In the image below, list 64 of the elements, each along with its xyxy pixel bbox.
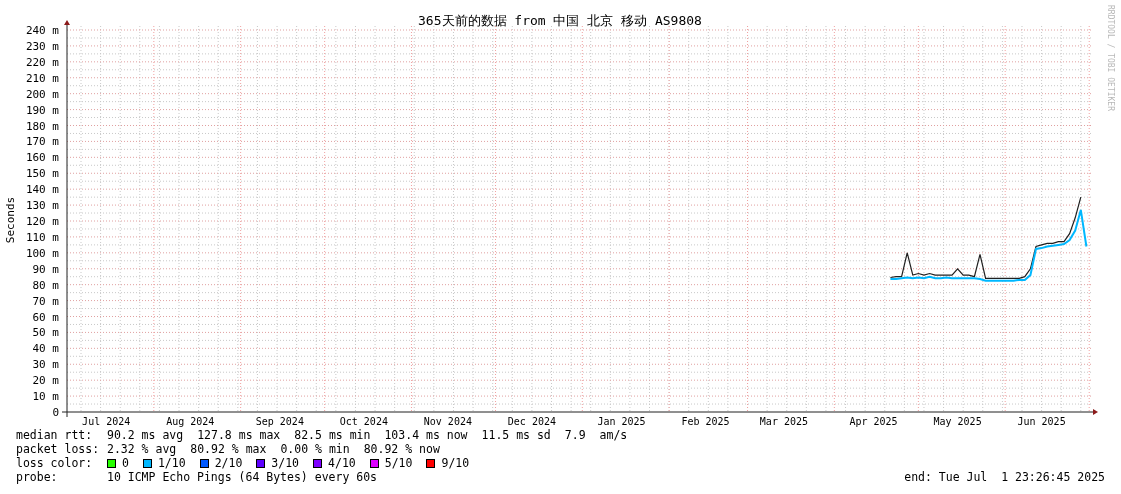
tick-label: Nov 2024 <box>423 416 472 427</box>
loss-label: 1/10 <box>157 456 186 470</box>
tick-label: Oct 2024 <box>339 416 388 427</box>
tick-label: 200 m <box>25 87 59 101</box>
tick-label: 220 m <box>25 55 59 69</box>
chart-title: 365天前的数据 from 中国 北京 移动 AS9808 <box>418 13 702 28</box>
tick-label: 70 m <box>32 294 59 308</box>
tick-label: 240 m <box>25 24 59 37</box>
stat-value: 80.92 % max <box>190 442 267 456</box>
stat-value: 2.32 % avg <box>107 442 177 456</box>
stat-value: 103.4 ms now <box>384 428 468 442</box>
tick-label: 10 m <box>32 390 59 404</box>
tick-label: 30 m <box>32 358 59 372</box>
tick-label: Sep 2024 <box>255 416 304 427</box>
loss-label: 5/10 <box>384 456 413 470</box>
tick-label: 150 m <box>25 167 59 181</box>
stat-value: 127.8 ms max <box>197 428 281 442</box>
tick-label: 190 m <box>25 103 59 117</box>
tick-label: Apr 2025 <box>849 416 898 427</box>
stat-value: 80.92 % now <box>363 442 440 456</box>
tick-label: 50 m <box>32 326 59 340</box>
tick-label: Dec 2024 <box>507 416 556 427</box>
tick-label: 0 <box>52 406 59 419</box>
tick-label: 100 m <box>25 246 59 260</box>
tick-label: Feb 2025 <box>681 416 730 427</box>
tick-label: 210 m <box>25 71 59 85</box>
credit-text: RRDTOOL / TOBI OETIKER <box>1106 5 1115 111</box>
loss-label: 2/10 <box>214 456 243 470</box>
tick-label: 160 m <box>25 151 59 165</box>
stat-value: am/s <box>599 428 628 442</box>
tick-label: May 2025 <box>933 416 982 427</box>
probe-text: 10 ICMP Echo Pings (64 Bytes) every 60s <box>107 470 378 484</box>
legend-label: median rtt: <box>16 428 94 442</box>
stat-value: 0.00 % min <box>280 442 350 456</box>
tick-label: 230 m <box>25 39 59 53</box>
stat-value: 82.5 ms min <box>294 428 371 442</box>
tick-label: 60 m <box>32 310 59 324</box>
end-time: end: Tue Jul 1 23:26:45 2025 <box>904 470 1105 484</box>
tick-label: 170 m <box>25 135 59 149</box>
loss-label: 0 <box>122 456 129 470</box>
tick-label: 180 m <box>25 119 59 133</box>
tick-label: 110 m <box>25 230 59 244</box>
stat-value: 11.5 ms sd <box>481 428 551 442</box>
tick-label: Jul 2024 <box>82 416 131 427</box>
legend-label: packet loss: <box>16 442 101 456</box>
axis-label: Seconds <box>4 196 17 244</box>
loss-label: 4/10 <box>328 456 356 470</box>
tick-label: 20 m <box>32 374 59 388</box>
tick-label: 140 m <box>25 183 59 197</box>
legend-label: loss color: <box>16 456 94 470</box>
tick-label: Jun 2025 <box>1017 416 1066 427</box>
tick-label: Mar 2025 <box>759 416 809 427</box>
tick-label: Aug 2024 <box>166 416 215 427</box>
loss-label: 9/10 <box>441 456 470 470</box>
tick-label: 120 m <box>25 215 59 228</box>
tick-label: 40 m <box>32 342 59 356</box>
tick-label: 90 m <box>32 262 59 276</box>
tick-label: 80 m <box>32 278 59 292</box>
loss-label: 3/10 <box>271 456 300 470</box>
stat-value: 7.9 <box>564 428 586 442</box>
legend-label: probe: <box>16 470 59 484</box>
tick-label: 130 m <box>25 199 59 213</box>
tick-label: Jan 2025 <box>597 416 646 427</box>
stat-value: 90.2 ms avg <box>107 428 184 442</box>
